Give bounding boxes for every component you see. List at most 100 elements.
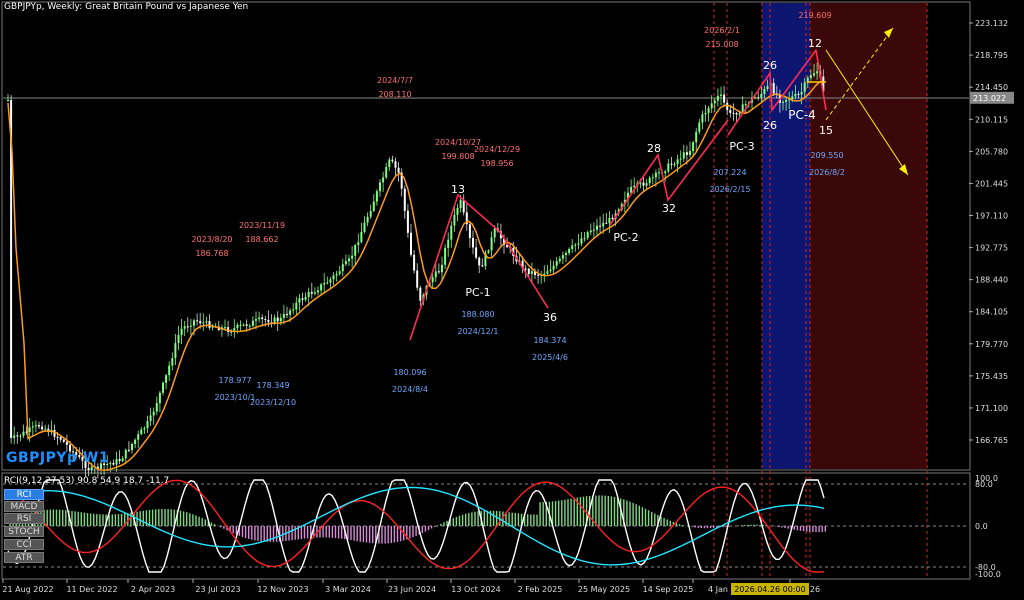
candle-body <box>282 314 285 318</box>
time-axis-label: 2 Apr 2023 <box>131 585 175 594</box>
candle-body <box>527 268 530 274</box>
time-axis-label: 26 <box>810 585 820 594</box>
wave-count-label: 12 <box>808 37 822 50</box>
candle-body <box>341 264 344 272</box>
candle-body <box>608 217 611 224</box>
price-scale-label: 184.105 <box>975 308 1008 317</box>
candle-body <box>596 225 598 230</box>
candle-body <box>462 199 465 213</box>
high-price-label: 199.808 <box>441 152 474 161</box>
candle-body <box>589 230 592 233</box>
candle-body <box>360 231 363 243</box>
chart-canvas[interactable]: 2023/8/20 186.768 2023/11/19 188.662 2024/7/… <box>0 0 1024 600</box>
candle-body <box>490 237 493 251</box>
candle-body <box>549 269 552 272</box>
candle-body <box>592 229 595 231</box>
candle-body <box>251 320 254 326</box>
candle-body <box>301 298 304 300</box>
time-axis-label: 4 Jan <box>708 585 728 594</box>
candle-body <box>329 279 332 283</box>
candle-body <box>583 237 586 239</box>
candle-body <box>149 415 152 421</box>
indicator-button-macd[interactable]: MACD <box>4 501 44 512</box>
indicator-button-cci[interactable]: CCI <box>4 539 44 550</box>
pc-label: PC-3 <box>729 140 754 153</box>
candle-body <box>558 258 561 262</box>
candle-body <box>304 296 307 300</box>
candle-body <box>41 426 44 430</box>
candle-body <box>242 324 245 326</box>
candle-body <box>391 159 394 162</box>
time-axis-label: 21 Aug 2022 <box>2 585 53 594</box>
candle-body <box>524 268 527 270</box>
indicator-button-rci[interactable]: RCI <box>4 489 44 500</box>
candle-body <box>654 172 657 178</box>
candle-body <box>279 317 282 322</box>
high-date-label: 2024/7/7 <box>377 76 413 85</box>
candle-body <box>202 322 205 324</box>
indicator-button-stoch[interactable]: STOCH <box>4 526 44 537</box>
candle-body <box>372 201 375 211</box>
indicator-button-atr[interactable]: ATR <box>4 552 44 563</box>
candle-body <box>13 435 16 438</box>
candle-body <box>183 326 186 329</box>
candle-body <box>289 310 292 315</box>
candle-body <box>431 277 434 283</box>
candle-body <box>143 428 146 430</box>
candle-body <box>682 152 685 159</box>
candle-body <box>261 317 264 320</box>
indicator-scale-label: -100.0 <box>975 570 1001 579</box>
candle-body <box>782 101 784 103</box>
candle-body <box>685 152 688 155</box>
candle-body <box>487 250 490 253</box>
candle-body <box>459 199 462 209</box>
candle-body <box>645 183 648 186</box>
wave-count-label: 13 <box>451 183 465 196</box>
low-date-label: 2023/12/10 <box>250 398 296 407</box>
candle-body <box>574 244 577 246</box>
low-date-label: 2026/8/2 <box>809 168 845 177</box>
candle-body <box>298 298 301 303</box>
time-axis-label: 25 May 2025 <box>578 585 630 594</box>
candle-body <box>394 161 397 168</box>
high-price-label: 219.609 <box>798 11 831 20</box>
candle-body <box>437 271 440 273</box>
low-price-label: 180.096 <box>393 368 426 377</box>
candle-body <box>707 108 710 114</box>
candle-body <box>313 292 316 294</box>
candle-body <box>561 255 564 259</box>
candle-body <box>134 439 137 444</box>
wave-count-label: 15 <box>819 124 833 137</box>
candle-body <box>255 319 257 321</box>
candle-body <box>794 93 797 97</box>
candle-body <box>577 243 580 245</box>
indicator-title: RCI(9,12,27,53) 90.8 54.9 18.7 -11.7 <box>4 476 170 486</box>
candle-body <box>723 94 726 103</box>
high-price-label: 188.662 <box>245 235 278 244</box>
candle-body <box>65 441 68 445</box>
candle-body <box>673 164 676 166</box>
candle-body <box>90 466 93 470</box>
current-price-label: 213.022 <box>973 94 1006 103</box>
candle-body <box>602 222 605 227</box>
indicator-button-rsi[interactable]: RSI <box>4 513 44 524</box>
time-axis-label: 14 Sep 2025 <box>643 585 694 594</box>
candle-body <box>363 222 366 232</box>
candle-body <box>115 459 118 465</box>
wave-count-label: 28 <box>647 142 661 155</box>
candle-body <box>369 210 372 217</box>
candle-body <box>112 463 115 465</box>
high-price-label: 198.956 <box>480 159 513 168</box>
low-price-label: 207.224 <box>713 168 746 177</box>
high-price-label: 186.768 <box>195 249 228 258</box>
candle-body <box>189 325 192 327</box>
candle-body <box>31 426 34 428</box>
candle-body <box>667 163 670 172</box>
candle-body <box>791 96 794 100</box>
candle-body <box>162 382 164 393</box>
candle-body <box>447 239 450 248</box>
price-scale-label: 223.132 <box>975 19 1008 28</box>
candle-body <box>335 273 338 276</box>
candle-body <box>320 284 323 291</box>
candle-body <box>713 100 716 104</box>
